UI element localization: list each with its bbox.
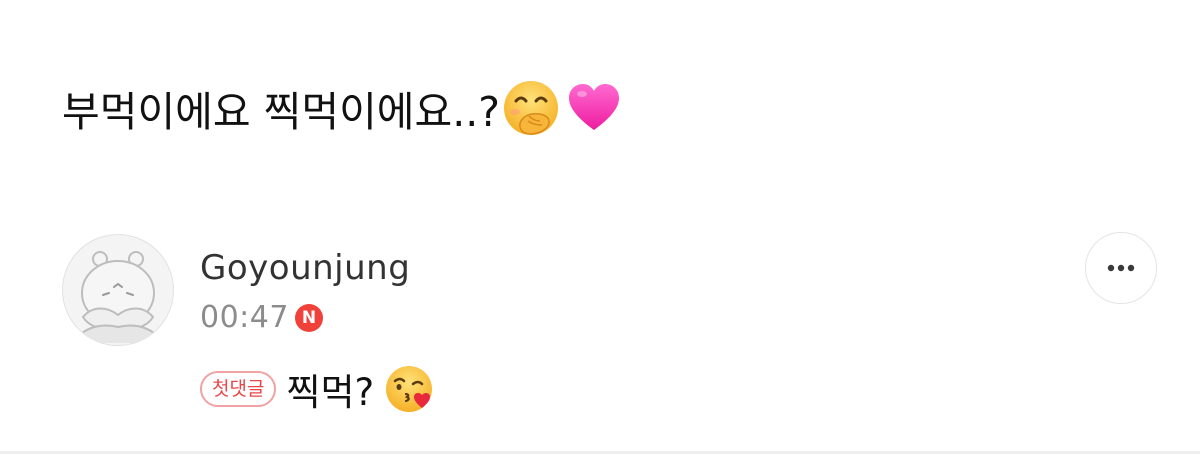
comment-time: 00:47 bbox=[200, 300, 289, 335]
comment-page: 부먹이에요 찍먹이에요..? Goyounjung 00:47 N 첫댓글 찍먹… bbox=[0, 0, 1200, 473]
post-content: 부먹이에요 찍먹이에요..? bbox=[62, 78, 622, 138]
first-comment-badge: 첫댓글 bbox=[200, 371, 277, 407]
divider bbox=[0, 451, 1200, 454]
hippo-avatar[interactable] bbox=[62, 234, 174, 346]
comment-author[interactable]: Goyounjung bbox=[200, 248, 410, 288]
new-badge: N bbox=[294, 303, 323, 332]
more-options-icon bbox=[1107, 264, 1135, 272]
comment-meta: 00:47 N bbox=[200, 300, 323, 335]
face-with-hand-over-mouth-icon bbox=[502, 79, 560, 137]
face-blowing-a-kiss-icon bbox=[384, 364, 434, 414]
comment-item: Goyounjung 00:47 N 첫댓글 찍먹? bbox=[62, 234, 1162, 434]
more-options-button[interactable] bbox=[1085, 232, 1157, 304]
comment-body: 첫댓글 찍먹? bbox=[200, 364, 434, 414]
comment-text: 찍먹? bbox=[286, 371, 375, 414]
post-text: 부먹이에요 찍먹이에요..? bbox=[62, 88, 501, 136]
pink-heart-icon bbox=[566, 80, 622, 136]
